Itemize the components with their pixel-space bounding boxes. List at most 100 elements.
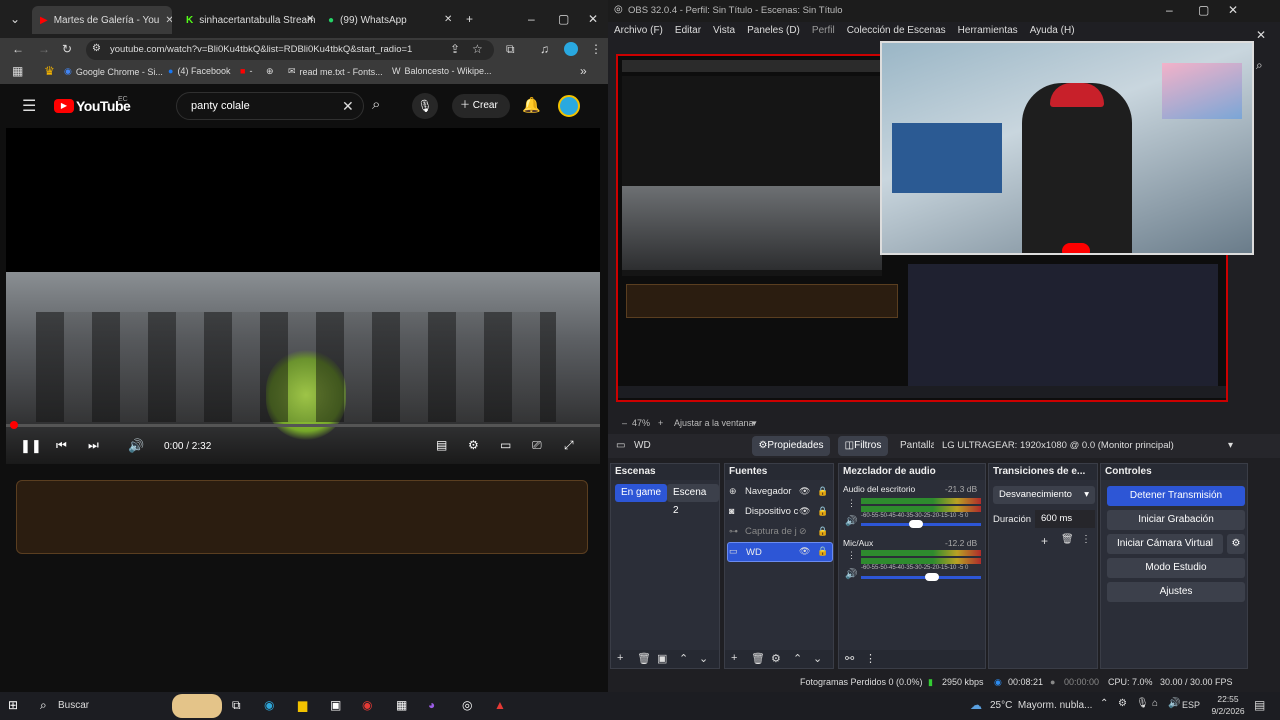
scene-item[interactable]: En game xyxy=(615,484,668,502)
star-icon[interactable]: ☆ xyxy=(472,42,483,56)
search-icon[interactable]: ⌕ xyxy=(372,96,380,113)
fullscreen-icon[interactable]: ⤢ xyxy=(564,438,574,453)
eye-hidden-icon[interactable]: ⊘ xyxy=(799,526,807,537)
menu-edit[interactable]: Editar xyxy=(669,22,707,40)
add-icon[interactable]: + xyxy=(731,652,737,664)
trash-icon[interactable]: 🗑 xyxy=(1061,534,1074,545)
more-bookmarks-icon[interactable]: » xyxy=(580,64,587,78)
next-icon[interactable]: ⏭ xyxy=(88,438,99,453)
scene-filter-icon[interactable]: ▣ xyxy=(657,652,667,665)
chevron-down-icon[interactable]: ▾ xyxy=(752,418,757,429)
close-icon[interactable]: ✕ xyxy=(165,15,172,26)
studio-mode-button[interactable]: Modo Estudio xyxy=(1107,558,1245,578)
theater-icon[interactable]: ▭ xyxy=(500,438,511,452)
move-up-icon[interactable]: ⌃ xyxy=(793,652,802,665)
bookmark-wikipedia[interactable]: W Baloncesto - Wikipe... xyxy=(392,66,492,76)
site-info-icon[interactable]: ⚙ xyxy=(92,43,101,54)
back-icon[interactable]: ← xyxy=(12,42,24,56)
task-view-icon[interactable]: ⧉ xyxy=(232,698,241,713)
media-icon[interactable]: ♫ xyxy=(540,42,549,56)
lock-icon[interactable]: 🔒 xyxy=(817,506,828,517)
install-icon[interactable]: ⇪ xyxy=(450,42,460,56)
bookmark-facebook[interactable]: ● (4) Facebook xyxy=(168,66,230,76)
more-icon[interactable]: ⋮ xyxy=(865,652,876,665)
discord-icon[interactable]: ◕ xyxy=(428,698,435,712)
close-window-icon[interactable]: ✕ xyxy=(588,12,598,26)
scene-item[interactable]: Escena 2 xyxy=(667,484,719,516)
chrome-icon[interactable]: ◉ xyxy=(362,698,372,712)
zoom-out-icon[interactable]: – xyxy=(622,418,627,428)
url-field[interactable]: youtube.com/watch?v=Bli0Ku4tbkQ&list=RDB… xyxy=(86,40,494,60)
volume-icon[interactable]: 🔊 xyxy=(845,569,857,580)
menu-docks[interactable]: Paneles (D) xyxy=(741,22,806,40)
eye-icon[interactable]: 👁 xyxy=(799,546,810,557)
new-tab-icon[interactable]: + xyxy=(466,12,473,26)
tray-icon[interactable]: ⚙ xyxy=(1118,698,1127,709)
app-red-icon[interactable]: ▲ xyxy=(494,698,506,712)
tab-search-icon[interactable]: ⌄ xyxy=(10,12,20,26)
search-icon[interactable]: ⌕ xyxy=(40,698,47,713)
language-indicator[interactable]: ESP xyxy=(1182,700,1200,710)
trash-icon[interactable]: 🗑 xyxy=(751,652,765,665)
mic-icon[interactable]: 🎙 xyxy=(1136,698,1149,709)
lock-icon[interactable]: 🔒 xyxy=(817,486,828,497)
gear-icon[interactable]: ⚙ xyxy=(1227,534,1245,554)
gear-icon[interactable]: ⚙ xyxy=(771,652,781,665)
menu-tools[interactable]: Herramientas xyxy=(952,22,1024,40)
store-icon[interactable]: ▣ xyxy=(330,698,341,712)
eye-icon[interactable]: 👁 xyxy=(799,506,810,517)
menu-help[interactable]: Ayuda (H) xyxy=(1024,22,1081,40)
maximize-icon[interactable]: ▢ xyxy=(558,12,569,26)
youtube-logo-icon[interactable]: ▶ xyxy=(54,99,74,113)
add-icon[interactable]: + xyxy=(617,652,623,664)
progress-track[interactable] xyxy=(6,424,600,427)
speaker-icon[interactable]: 🔊 xyxy=(1168,698,1180,709)
tab-whatsapp[interactable]: ● (99) WhatsApp xyxy=(320,8,460,32)
properties-button[interactable]: ⚙Propiedades xyxy=(752,436,830,456)
avatar[interactable] xyxy=(558,95,580,117)
network-icon[interactable]: ⌂ xyxy=(1152,698,1158,709)
trash-icon[interactable]: 🗑 xyxy=(637,652,651,665)
chevron-up-icon[interactable]: ⌃ xyxy=(1100,698,1108,709)
start-recording-button[interactable]: Iniciar Grabación xyxy=(1107,510,1245,530)
progress-scrubber[interactable] xyxy=(10,421,18,429)
volume-slider[interactable] xyxy=(861,576,981,579)
previous-icon[interactable]: ⏮ xyxy=(56,438,67,453)
folder-icon[interactable]: ▆ xyxy=(298,698,307,712)
clear-search-icon[interactable]: ✕ xyxy=(342,98,354,115)
menu-profile[interactable]: Perfil xyxy=(806,22,841,40)
stop-streaming-button[interactable]: Detener Transmisión xyxy=(1107,486,1245,506)
close-window-icon[interactable]: ✕ xyxy=(1228,3,1238,17)
bell-icon[interactable]: 🔔 xyxy=(522,96,541,114)
close-icon[interactable]: ✕ xyxy=(306,14,314,25)
search-input[interactable]: panty colale xyxy=(176,92,364,120)
edge-icon[interactable]: ◉ xyxy=(264,698,274,712)
weather-text[interactable]: 25°C Mayorm. nubla... xyxy=(990,700,1092,711)
hamburger-menu-icon[interactable]: ☰ xyxy=(22,96,36,116)
close-icon[interactable]: ✕ xyxy=(444,14,452,25)
volume-slider-thumb[interactable] xyxy=(909,520,923,528)
fit-to-window[interactable]: Ajustar a la ventana xyxy=(674,418,754,428)
minimize-icon[interactable]: – xyxy=(1166,3,1173,17)
cast-icon[interactable]: ⎚ xyxy=(532,438,542,453)
more-icon[interactable]: ⋮ xyxy=(1081,534,1091,545)
maximize-icon[interactable]: ▢ xyxy=(1198,3,1209,17)
menu-icon[interactable]: ⋮ xyxy=(590,42,602,56)
eye-icon[interactable]: 👁 xyxy=(799,486,810,497)
taskbar-search[interactable]: Buscar xyxy=(58,700,89,711)
transition-select[interactable]: Desvanecimiento ▾ xyxy=(993,486,1095,504)
menu-file[interactable]: Archivo (F) xyxy=(608,22,669,40)
volume-slider-thumb[interactable] xyxy=(925,573,939,581)
volume-icon[interactable]: 🔊 xyxy=(845,516,857,527)
bookmark-globe[interactable]: ⊕ xyxy=(266,66,274,77)
more-icon[interactable]: ⋮ xyxy=(847,550,856,561)
bookmark-readme[interactable]: ✉ read me.txt - Fonts... xyxy=(288,66,383,77)
create-button[interactable]: ＋ Crear xyxy=(452,94,510,118)
duration-spinbox[interactable]: 600 ms xyxy=(1035,510,1095,528)
tab-kick[interactable]: K sinhacertantabulla Stream xyxy=(178,8,318,32)
settings-icon[interactable]: ⚙ xyxy=(468,438,479,452)
close-icon[interactable]: ✕ xyxy=(1256,28,1266,42)
move-down-icon[interactable]: ⌄ xyxy=(699,652,708,665)
search-icon[interactable]: ⌕ xyxy=(1256,58,1263,73)
volume-icon[interactable]: 🔊 xyxy=(128,438,144,454)
